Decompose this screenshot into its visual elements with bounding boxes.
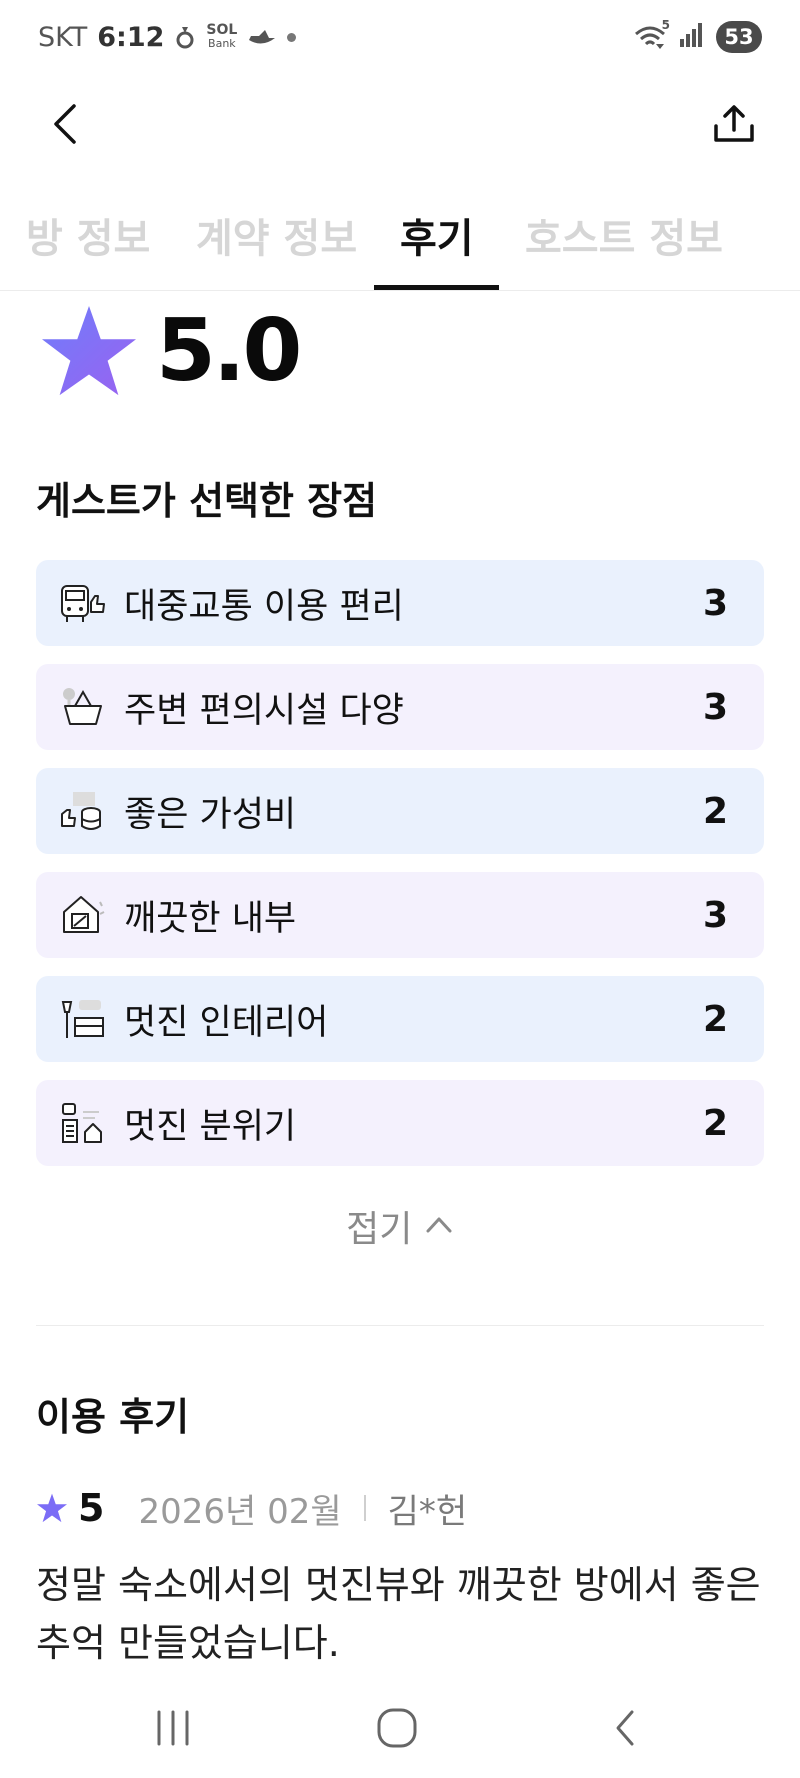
- tab-bar: 방 정보 계약 정보 후기 호스트 정보: [0, 196, 800, 291]
- status-bar: SKT 6:12 SOL Bank 5 53: [0, 0, 800, 74]
- wifi-label: 5: [661, 18, 670, 32]
- review-meta: 5 2026년 02월 김*헌: [36, 1480, 467, 1536]
- active-tab-indicator: [374, 285, 499, 290]
- pro-item-value: 좋은 가성비 2: [36, 768, 764, 854]
- carrier-label: SKT: [38, 21, 88, 53]
- chevron-left-icon: [54, 104, 76, 144]
- pro-count: 2: [702, 790, 728, 832]
- sol-text: SOL: [206, 22, 238, 38]
- header: [0, 74, 800, 174]
- pro-label: 멋진 인테리어: [124, 1002, 329, 1043]
- pro-count: 3: [702, 686, 728, 728]
- pro-item-transport: 대중교통 이용 편리 3: [36, 560, 764, 646]
- pro-item-interior: 멋진 인테리어 2: [36, 976, 764, 1062]
- shopping-basket-icon: [58, 682, 108, 732]
- clock: 6:12: [97, 21, 165, 53]
- pro-item-clean: 깨끗한 내부 3: [36, 872, 764, 958]
- pro-item-amenities: 주변 편의시설 다양 3: [36, 664, 764, 750]
- review-author: 김*헌: [387, 1491, 468, 1532]
- pro-label: 멋진 분위기: [124, 1106, 297, 1147]
- fold-label: 접기: [346, 1209, 413, 1250]
- bus-thumbs-up-icon: [58, 578, 108, 628]
- fold-button[interactable]: 접기: [0, 1200, 800, 1252]
- pro-label: 깨끗한 내부: [124, 898, 297, 939]
- tab-room-info[interactable]: 방 정보: [26, 206, 150, 290]
- pro-label: 주변 편의시설 다양: [124, 690, 404, 731]
- star-icon: [42, 305, 136, 396]
- coins-thumbs-up-icon: [58, 786, 108, 836]
- pro-label: 좋은 가성비: [124, 794, 297, 835]
- pros-title: 게스트가 선택한 장점: [36, 479, 378, 523]
- status-right: 5 53: [634, 18, 762, 53]
- pro-label: 대중교통 이용 편리: [124, 586, 404, 627]
- recent-apps-button[interactable]: [138, 1700, 208, 1756]
- section-divider: [36, 1325, 764, 1326]
- review-date: 2026년 02월: [138, 1491, 342, 1532]
- clean-house-icon: [58, 890, 108, 940]
- tab-reviews[interactable]: 후기: [400, 206, 474, 290]
- back-button[interactable]: [40, 96, 90, 152]
- meta-separator: [363, 1495, 366, 1521]
- review-text: 정말 숙소에서의 멋진뷰와 깨끗한 방에서 좋은 추억 만들었습니다.: [36, 1563, 761, 1665]
- signal-icon: [678, 23, 704, 51]
- nav-back-button[interactable]: [590, 1700, 660, 1756]
- more-notifications-dot: [287, 32, 297, 42]
- pro-item-atmosphere: 멋진 분위기 2: [36, 1080, 764, 1166]
- neighborhood-icon: [58, 1098, 108, 1148]
- chevron-up-icon: [426, 1217, 452, 1233]
- star-icon: [37, 1493, 67, 1523]
- wifi-icon: 5: [634, 18, 670, 50]
- notification-icon: [174, 24, 196, 50]
- pro-count: 2: [702, 1102, 728, 1144]
- bank-text: Bank: [208, 37, 236, 50]
- boat-icon: [247, 26, 277, 48]
- home-button[interactable]: [362, 1700, 432, 1756]
- status-left: SKT 6:12 SOL Bank: [38, 21, 297, 53]
- system-nav-bar: [0, 1680, 800, 1778]
- reviews-title: 이용 후기: [36, 1395, 190, 1439]
- pro-count: 3: [702, 894, 728, 936]
- rating-value: 5.0: [156, 301, 302, 401]
- tab-contract-info[interactable]: 계약 정보: [196, 206, 357, 290]
- lamp-sofa-icon: [58, 994, 108, 1044]
- tab-host-info[interactable]: 호스트 정보: [525, 206, 723, 290]
- pros-list: 대중교통 이용 편리 3 주변 편의시설 다양 3 좋은 가성비 2 깨끗한 내…: [36, 560, 764, 1184]
- recent-apps-icon: [157, 1710, 189, 1746]
- overall-rating: 5.0: [40, 296, 302, 406]
- home-icon: [377, 1708, 417, 1748]
- pro-count: 3: [702, 582, 728, 624]
- battery-indicator: 53: [716, 21, 762, 53]
- share-button[interactable]: [706, 96, 762, 152]
- pro-count: 2: [702, 998, 728, 1040]
- review-score: 5: [78, 1486, 105, 1530]
- share-icon: [714, 105, 754, 142]
- chevron-left-icon: [616, 1710, 634, 1746]
- sol-bank-icon: SOL Bank: [206, 22, 238, 50]
